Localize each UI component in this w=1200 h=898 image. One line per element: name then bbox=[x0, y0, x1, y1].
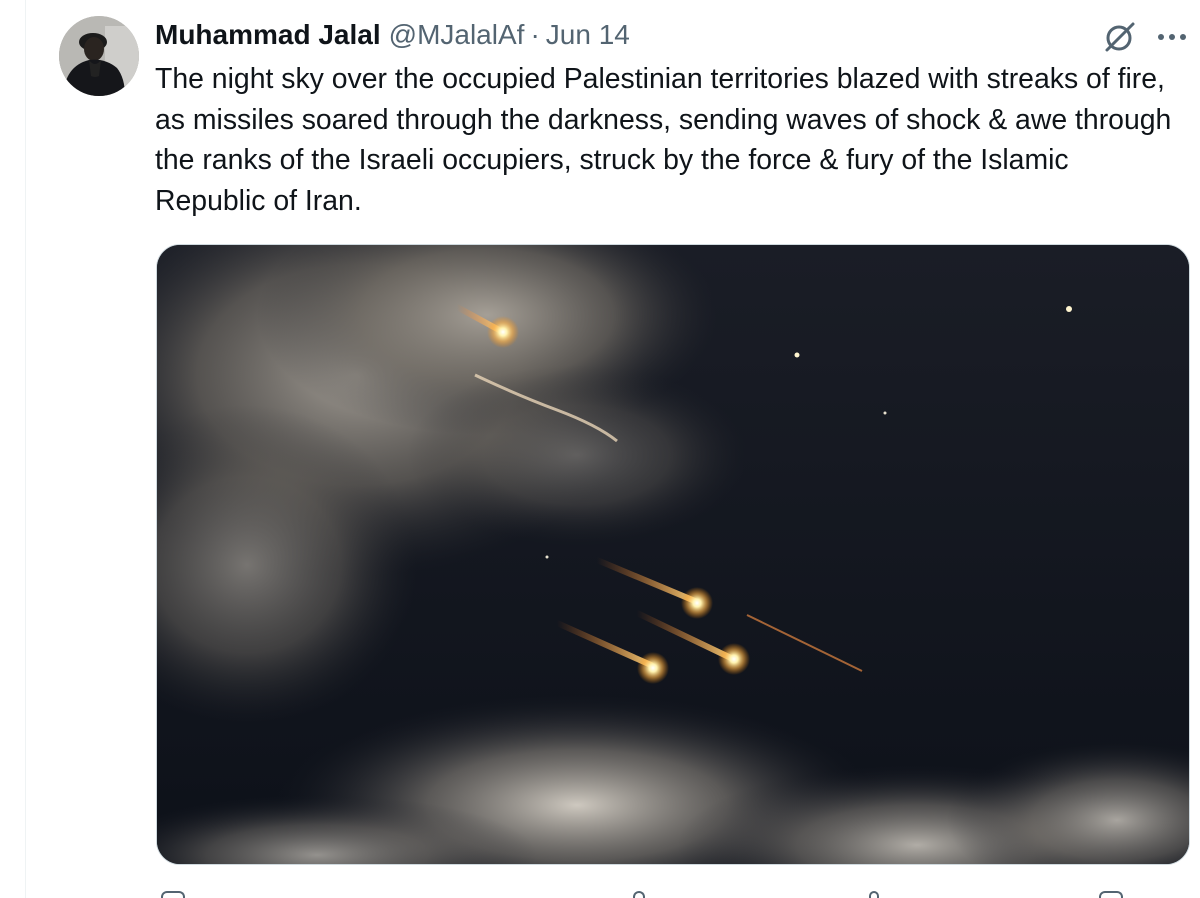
tweet-text: The night sky over the occupied Palestin… bbox=[155, 63, 1172, 217]
more-options-icon[interactable] bbox=[1152, 20, 1192, 54]
tweet-header: Muhammad Jalal @MJalalAf · Jun 14 bbox=[155, 17, 630, 53]
reply-icon[interactable] bbox=[161, 891, 185, 898]
bookmark-icon[interactable] bbox=[1099, 891, 1123, 898]
views-icon[interactable] bbox=[633, 891, 645, 898]
avatar[interactable] bbox=[59, 16, 139, 96]
tweet-page: Muhammad Jalal @MJalalAf · Jun 14 The ni… bbox=[0, 0, 1200, 898]
tweet-media-image[interactable] bbox=[156, 244, 1190, 865]
grok-icon[interactable] bbox=[1102, 19, 1138, 55]
author-name[interactable]: Muhammad Jalal bbox=[155, 17, 381, 53]
header-separator: · bbox=[530, 19, 540, 50]
timeline-divider bbox=[25, 0, 26, 898]
tweet-action-bar bbox=[155, 889, 1195, 898]
post-date[interactable]: Jun 14 bbox=[546, 17, 630, 53]
like-icon[interactable] bbox=[869, 891, 879, 898]
author-handle[interactable]: @MJalalAf bbox=[389, 17, 525, 53]
